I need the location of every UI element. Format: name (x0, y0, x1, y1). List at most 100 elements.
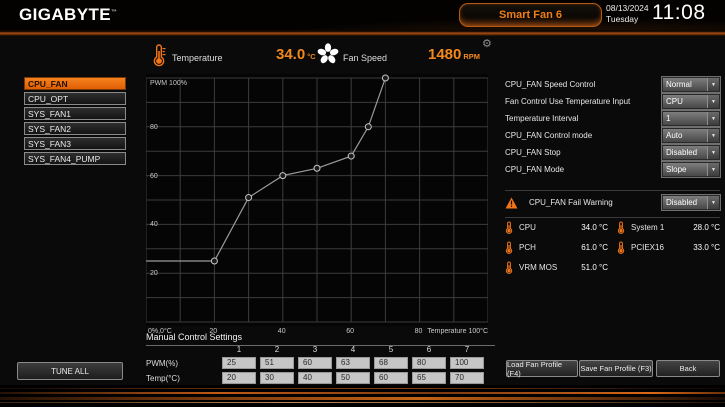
row-label: Temp(°C) (146, 374, 218, 383)
thermometer-icon (617, 221, 625, 234)
column-header: 2 (260, 345, 294, 354)
tab-smart-fan-6[interactable]: Smart Fan 6 (459, 3, 602, 27)
gigabyte-logo: GIGABYTE™ (19, 5, 117, 25)
save-fan-profile-button[interactable]: Save Fan Profile (F3) (579, 360, 653, 377)
fail-warning-dropdown[interactable]: Disabled ▼ (662, 195, 720, 210)
back-button[interactable]: Back (656, 360, 720, 377)
sidebar-item-sys_fan2[interactable]: SYS_FAN2 (24, 122, 126, 135)
main-content: Temperature 34.0°C Fan Speed 1480RPM ⚙ C… (0, 36, 725, 385)
column-header: 1 (222, 345, 256, 354)
value-cell[interactable]: 70 (450, 372, 484, 384)
column-header: 5 (374, 345, 408, 354)
trademark: ™ (111, 9, 117, 15)
temperature-unit: °C (307, 52, 315, 61)
sidebar-item-sys_fan1[interactable]: SYS_FAN1 (24, 107, 126, 120)
setting-label: Temperature Interval (505, 114, 578, 123)
temp-reading-system-1: System 128.0 °C (617, 221, 720, 233)
setting-dropdown[interactable]: 1▼ (662, 111, 720, 126)
fan-icon (316, 42, 340, 66)
value-cell[interactable]: 50 (336, 372, 370, 384)
setting-dropdown[interactable]: Normal▼ (662, 77, 720, 92)
value-cell[interactable]: 20 (222, 372, 256, 384)
setting-row: Temperature Interval 1▼ (505, 110, 720, 127)
curve-point[interactable] (314, 165, 320, 171)
setting-row: Fan Control Use Temperature InputCPU▼ (505, 93, 720, 110)
thermometer-icon (152, 43, 166, 67)
value-cell[interactable]: 65 (412, 372, 446, 384)
load-fan-profile-button[interactable]: Load Fan Profile (F4) (506, 360, 578, 377)
curve-point[interactable] (211, 258, 217, 264)
setting-label: CPU_FAN Stop (505, 148, 561, 157)
fan-settings-panel: CPU_FAN Speed Control Normal▼Fan Control … (505, 76, 720, 178)
divider (505, 217, 720, 218)
bios-screen: GIGABYTE™ Smart Fan 6 08/13/2024 Tuesday… (0, 0, 725, 407)
curve-point[interactable] (246, 195, 252, 201)
thermometer-icon (617, 241, 625, 254)
value-cell[interactable]: 60 (298, 357, 332, 369)
manual-control-settings-title: Manual Control Settings (146, 332, 495, 346)
value-cell[interactable]: 25 (222, 357, 256, 369)
gear-icon[interactable]: ⚙ (482, 39, 492, 50)
fan-speed-label: Fan Speed (343, 53, 387, 63)
setting-dropdown[interactable]: Auto▼ (662, 128, 720, 143)
fan-speed-unit: RPM (463, 52, 480, 61)
curve-point[interactable] (348, 153, 354, 159)
sidebar-item-cpu_fan[interactable]: CPU_FAN (24, 77, 126, 90)
curve-point[interactable] (365, 124, 371, 130)
fail-warning-row: CPU_FAN Fail Warning Disabled ▼ (505, 195, 720, 210)
value-cell[interactable]: 63 (336, 357, 370, 369)
setting-dropdown[interactable]: CPU▼ (662, 94, 720, 109)
fan-list: CPU_FAN CPU_OPT SYS_FAN1 SYS_FAN2 SYS_FAN3 SY… (24, 77, 126, 167)
thermometer-icon (505, 241, 513, 254)
setting-row: CPU_FAN Control modeAuto▼ (505, 127, 720, 144)
temp-reading-pch: PCH61.0 °C (505, 241, 608, 253)
thermometer-icon (505, 261, 513, 274)
setting-label: CPU_FAN Mode (505, 165, 564, 174)
y-tick-label: 60 (150, 173, 158, 180)
value-cell[interactable]: 80 (412, 357, 446, 369)
value-cell[interactable]: 40 (298, 372, 332, 384)
sidebar-item-sys_fan3[interactable]: SYS_FAN3 (24, 137, 126, 150)
value-cell[interactable]: 60 (374, 372, 408, 384)
chevron-down-icon: ▼ (707, 146, 719, 159)
setting-dropdown[interactable]: Disabled▼ (662, 145, 720, 160)
chevron-down-icon: ▼ (707, 112, 719, 125)
curve-point[interactable] (382, 75, 388, 81)
temp-reading-cpu: CPU34.0 °C (505, 221, 608, 233)
setting-row: CPU_FAN Mode Slope▼ (505, 161, 720, 178)
chevron-down-icon: ▼ (707, 78, 719, 91)
temperature-label: Temperature (172, 53, 223, 63)
fan-speed-value: 1480RPM (428, 46, 480, 63)
footer-accent-streaks (0, 385, 725, 407)
setting-row: CPU_FAN Speed Control Normal▼ (505, 76, 720, 93)
temperature-value: 34.0°C (276, 46, 316, 63)
manual-control-table: 1234567PWM(%)255160636880100Temp(°C)2030… (146, 345, 484, 384)
fail-warning-label: CPU_FAN Fail Warning (529, 198, 662, 207)
curve-point[interactable] (280, 173, 286, 179)
column-header: 6 (412, 345, 446, 354)
value-cell[interactable]: 68 (374, 357, 408, 369)
fan-curve-chart[interactable]: PWM 100%806040200%,0°C20406080Temperatur… (146, 74, 488, 326)
clock: 11:08 (652, 1, 706, 25)
value-cell[interactable]: 51 (260, 357, 294, 369)
y-tick-label: 80 (150, 124, 158, 131)
temp-reading-pciex16: PCIEX1633.0 °C (617, 241, 720, 253)
column-header: 4 (336, 345, 370, 354)
tune-all-button[interactable]: TUNE ALL (17, 362, 123, 380)
sidebar-item-sys_fan4_pump[interactable]: SYS_FAN4_PUMP (24, 152, 126, 165)
value-cell[interactable]: 100 (450, 357, 484, 369)
y-axis-label: PWM 100% (150, 80, 187, 87)
thermometer-icon (505, 221, 513, 234)
chevron-down-icon: ▼ (707, 163, 719, 176)
header: GIGABYTE™ Smart Fan 6 08/13/2024 Tuesday… (0, 0, 725, 30)
temperature-readings: CPU34.0 °C System 128.0 °C PCH61.0 °C PCIEX… (505, 221, 720, 273)
value-cell[interactable]: 30 (260, 372, 294, 384)
warning-triangle-icon (505, 197, 518, 209)
y-tick-label: 40 (150, 221, 158, 228)
column-header: 7 (450, 345, 484, 354)
date-display: 08/13/2024 Tuesday (606, 3, 649, 25)
column-header: 3 (298, 345, 332, 354)
setting-label: CPU_FAN Speed Control (505, 80, 595, 89)
sidebar-item-cpu_opt[interactable]: CPU_OPT (24, 92, 126, 105)
setting-dropdown[interactable]: Slope▼ (662, 162, 720, 177)
